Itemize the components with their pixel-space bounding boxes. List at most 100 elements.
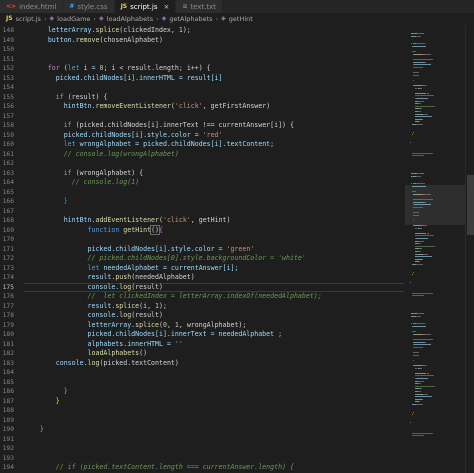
- line-number: 178: [2, 312, 14, 319]
- code-line[interactable]: // let clickedIndex = letterArray.indexO…: [24, 292, 322, 302]
- code-line[interactable]: // console.log(wrongAlphabet): [24, 150, 179, 160]
- code-line[interactable]: console.log(result): [24, 311, 163, 321]
- minimap-code-line: [421, 118, 423, 120]
- minimap-code-line: [416, 98, 428, 99]
- code-token: log: [87, 358, 100, 367]
- code-line[interactable]: picked.childNodes[i].style.color = 'gree…: [24, 245, 255, 255]
- code-line[interactable]: picked.childNodes[i].innerHTML = result[…: [24, 74, 223, 84]
- minimap-code-line: [412, 206, 423, 208]
- minimap[interactable]: [405, 25, 465, 473]
- code-line[interactable]: }: [24, 397, 60, 407]
- code-line[interactable]: result.push(neededAlphabet): [24, 273, 195, 283]
- code-line[interactable]: if (wrongAlphabet) {: [24, 169, 143, 179]
- minimap-code-line: [411, 152, 433, 154]
- code-token: alphabets.innerHTML =: [24, 339, 175, 348]
- code-token: for: [47, 64, 60, 72]
- code-token: picked.childNodes[i].innerHTML = result[…: [24, 73, 223, 82]
- minimap-code-line: [412, 51, 417, 53]
- code-editor[interactable]: 148 149 150 151 152 153 154 155 156 157 158 159 160 1…: [0, 25, 405, 473]
- line-number: 167: [2, 207, 14, 215]
- code-line[interactable]: // if (picked.textContent.length === cur…: [24, 463, 294, 473]
- line-number: 166: [2, 198, 14, 205]
- breadcrumb-item[interactable]: loadAlphabets: [107, 15, 153, 23]
- code-line[interactable]: result.splice(i, 1);: [24, 302, 167, 312]
- minimap-code-line: [423, 365, 428, 366]
- minimap-code-line: [411, 186, 427, 187]
- line-number: 165: [2, 188, 14, 196]
- code-line[interactable]: function getHint(){: [24, 224, 163, 236]
- code-line[interactable]: }: [24, 197, 68, 207]
- line-number: 161: [2, 150, 14, 158]
- code-token: result.: [24, 273, 116, 281]
- line-number: 171: [2, 245, 14, 253]
- breadcrumb-item[interactable]: getAlphabets: [169, 15, 212, 23]
- vertical-scrollbar[interactable]: [465, 25, 474, 473]
- code-line[interactable]: // picked.childNodes[0].style.background…: [24, 254, 306, 264]
- line-number: 190: [2, 426, 14, 433]
- code-line[interactable]: // console.log(1): [24, 178, 140, 188]
- code-token: splice: [95, 26, 120, 34]
- breadcrumb-item[interactable]: loadGame: [57, 15, 90, 23]
- code-token: console.: [24, 282, 120, 291]
- line-number: 183: [2, 359, 14, 367]
- code-line[interactable]: }: [24, 387, 68, 397]
- code-line[interactable]: console.log(result): [24, 283, 163, 293]
- code-line[interactable]: button.remove(chosenAlphabet): [24, 36, 163, 46]
- minimap-code-line: [413, 74, 420, 76]
- code-token: (result): [131, 311, 163, 319]
- code-line[interactable]: loadAlphabets(): [24, 349, 148, 359]
- code-token: neededAlphabet = currentAnswer[i];: [99, 263, 239, 272]
- code-token: , getHint): [190, 216, 231, 224]
- minimap-code-line: [420, 108, 422, 110]
- minimap-code-line: [414, 118, 422, 120]
- code-line[interactable]: }: [24, 425, 44, 435]
- line-number: 168: [2, 217, 14, 224]
- code-line[interactable]: picked.childNodes[i].style.color = 'red': [24, 131, 223, 141]
- code-line[interactable]: if (picked.childNodes[i].innerText !== c…: [24, 121, 294, 131]
- minimap-code-line: [418, 103, 422, 105]
- tab-index-html[interactable]: <> index.html: [0, 0, 64, 13]
- code-token: (): [139, 349, 148, 357]
- code-line[interactable]: hintBtn.addEventListener('click', getHin…: [24, 216, 231, 226]
- tab-text-txt[interactable]: ≡ text.txt: [176, 0, 224, 13]
- minimap-code-line: [413, 354, 420, 356]
- minimap-code-line: [414, 232, 427, 234]
- breadcrumb-item[interactable]: getHint: [229, 15, 253, 23]
- code-line[interactable]: hintBtn.removeEventListener('click', get…: [24, 102, 271, 112]
- line-number: 151: [2, 55, 14, 63]
- scrollbar-thumb[interactable]: [467, 175, 474, 235]
- code-line[interactable]: if (result) {: [24, 93, 108, 103]
- minimap-code-line: [415, 124, 423, 125]
- code-line[interactable]: picked.childNodes[i].innerText = neededA…: [24, 330, 283, 340]
- code-token: let: [63, 140, 76, 148]
- minimap-code-line: [426, 92, 429, 94]
- breadcrumb-item[interactable]: script.js: [16, 15, 41, 23]
- code-token: 'click': [174, 102, 203, 110]
- code-token: push: [115, 273, 132, 281]
- code-token: remove: [75, 35, 100, 44]
- chevron-right-icon: ›: [215, 14, 219, 23]
- code-token: wrongAlphabet = picked.childNodes[i].tex…: [75, 140, 275, 148]
- minimap-code-line: [416, 238, 428, 239]
- code-line[interactable]: let neededAlphabet = currentAnswer[i];: [24, 263, 239, 274]
- code-line[interactable]: alphabets.innerHTML = '': [24, 340, 183, 350]
- line-number: 157: [2, 112, 14, 120]
- minimap-code-line: [420, 388, 422, 390]
- code-line[interactable]: for (let i = 0; i < result.length; i++) …: [24, 64, 211, 74]
- tab-script-js[interactable]: JS script.js ×: [114, 0, 177, 13]
- tab-style-css[interactable]: # style.css: [63, 0, 115, 13]
- chevron-right-icon: ›: [43, 14, 47, 23]
- code-token: (result): [131, 282, 163, 291]
- code-line[interactable]: console.log(picked.textContent): [24, 359, 179, 369]
- close-icon[interactable]: ×: [163, 3, 169, 11]
- minimap-code-line: [419, 121, 420, 123]
- code-token: log: [119, 311, 132, 319]
- code-line[interactable]: let wrongAlphabet = picked.childNodes[i]…: [24, 140, 274, 150]
- code-line[interactable]: letterArray.splice(0, 1, wrongAlphabet);: [24, 321, 247, 331]
- code-line[interactable]: letterArray.splice(clickedIndex, 1);: [24, 26, 191, 36]
- minimap-code-line: [421, 398, 423, 400]
- line-number: 160: [2, 141, 14, 148]
- minimap-code-line: [418, 383, 422, 385]
- code-token: , getFirstAnswer): [202, 102, 271, 110]
